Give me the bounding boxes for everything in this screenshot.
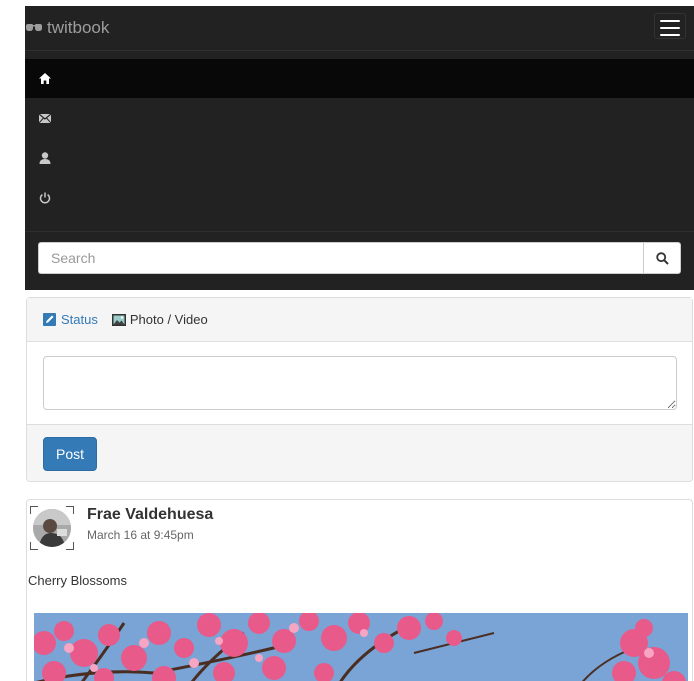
- tab-photo-video[interactable]: Photo / Video: [111, 312, 208, 327]
- search-group: [38, 242, 681, 274]
- tab-photo-video-label: Photo / Video: [129, 312, 208, 327]
- glasses-icon: [26, 24, 42, 31]
- nav-item-messages[interactable]: [25, 98, 694, 138]
- status-textarea[interactable]: [43, 356, 677, 410]
- feed-post: Frae Valdehuesa March 16 at 9:45pm Cherr…: [26, 499, 693, 681]
- nav-item-home[interactable]: [25, 59, 694, 98]
- home-icon: [39, 73, 51, 84]
- tab-status-label: Status: [61, 312, 98, 327]
- avatar-image: [33, 509, 71, 547]
- avatar[interactable]: [30, 506, 74, 550]
- power-icon: [39, 192, 51, 204]
- envelope-icon: [39, 113, 51, 123]
- hamburger-bar: [660, 27, 680, 29]
- navbar-header: twitbook: [25, 6, 694, 51]
- brand-link[interactable]: twitbook: [25, 18, 109, 38]
- post-text: Cherry Blossoms: [28, 573, 127, 588]
- search-form: [25, 231, 694, 290]
- search-icon: [655, 251, 669, 265]
- nav-menu: [25, 59, 694, 218]
- avatar-frame-corner: [66, 542, 74, 550]
- picture-icon: [111, 313, 126, 326]
- avatar-frame-corner: [66, 506, 74, 514]
- composer-body: [27, 342, 692, 424]
- post-button[interactable]: Post: [43, 437, 97, 471]
- edit-icon: [43, 313, 56, 326]
- composer-footer: Post: [27, 424, 692, 481]
- cherry-blossom-photo: [34, 613, 688, 681]
- search-button[interactable]: [643, 242, 681, 274]
- post-timestamp: March 16 at 9:45pm: [87, 528, 194, 542]
- status-composer: Status Photo / Video Post: [26, 297, 693, 482]
- hamburger-bar: [660, 20, 680, 22]
- search-input[interactable]: [38, 242, 643, 274]
- menu-toggle-button[interactable]: [654, 13, 686, 39]
- avatar-frame-corner: [30, 506, 38, 514]
- avatar-photo: [33, 509, 71, 547]
- post-image[interactable]: [34, 613, 688, 681]
- nav-item-logout[interactable]: [25, 178, 694, 218]
- user-icon: [39, 152, 51, 164]
- hamburger-bar: [660, 34, 680, 36]
- tab-status[interactable]: Status: [43, 312, 98, 327]
- navbar: twitbook: [25, 6, 694, 290]
- nav-item-profile[interactable]: [25, 138, 694, 178]
- avatar-frame-corner: [30, 542, 38, 550]
- post-author[interactable]: Frae Valdehuesa: [87, 506, 213, 524]
- composer-tabs: Status Photo / Video: [27, 298, 692, 342]
- brand-name: twitbook: [47, 18, 110, 37]
